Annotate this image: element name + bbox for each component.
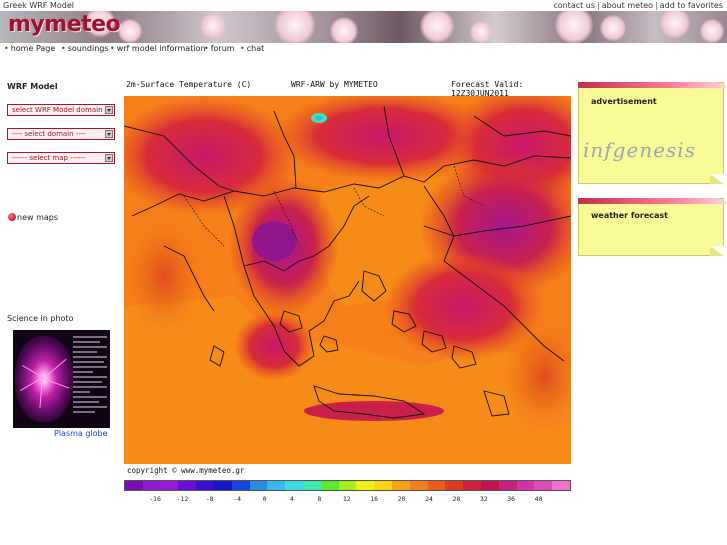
- plasma-globe-photo[interactable]: [13, 330, 110, 428]
- colorbar-tick-label: 40: [534, 495, 543, 503]
- colorbar-swatch: [125, 481, 143, 490]
- colorbar-swatch: [302, 481, 321, 490]
- colorbar-swatch: [463, 481, 481, 490]
- colorbar-swatch: [249, 481, 268, 490]
- about-meteo-link[interactable]: about meteo: [602, 1, 653, 10]
- new-maps-link[interactable]: new maps: [8, 213, 58, 222]
- select-domain[interactable]: ---- select domain ----: [7, 128, 115, 140]
- colorbar-swatch: [516, 481, 535, 490]
- weather-forecast-box[interactable]: weather forecast: [578, 198, 726, 256]
- colorbar-tick-label: 32: [479, 495, 488, 503]
- colorbar-swatch: [285, 481, 303, 490]
- map-variable-title: 2m-Surface Temperature (C): [126, 80, 252, 89]
- colorbar-tick-label: -16: [149, 495, 161, 503]
- colorbar-tick-label: 28: [452, 495, 461, 503]
- colorbar-swatch: [338, 481, 357, 490]
- chevron-down-icon: [105, 154, 113, 162]
- map-copyright: copyright © www.mymeteo.gr: [127, 466, 245, 475]
- colorbar-tick-label: 12: [342, 495, 351, 503]
- header-banner: mymeteo: [0, 11, 727, 43]
- sidebar-title: WRF Model: [7, 82, 58, 91]
- colorbar-tick-label: 0: [262, 495, 267, 503]
- colorbar-tick-label: 4: [290, 495, 294, 503]
- colorbar-swatch: [196, 481, 214, 490]
- colorbar-swatch: [498, 481, 517, 490]
- science-caption-link[interactable]: Plasma globe: [54, 429, 108, 438]
- colorbar-swatch: [445, 481, 464, 490]
- nav-item-wrf-info[interactable]: • wrf model information: [110, 43, 206, 54]
- select-map[interactable]: ------ select map ------: [7, 152, 115, 164]
- add-favorites-link[interactable]: add to favorites: [660, 1, 723, 10]
- colorbar-swatch: [142, 481, 161, 490]
- red-dot-icon: [8, 213, 16, 221]
- colorbar-tick-label: 36: [507, 495, 516, 503]
- colorbar-swatch: [427, 481, 446, 490]
- select-model-domain[interactable]: select WRF Model domain: [7, 104, 115, 116]
- colorbar-swatch: [178, 481, 197, 490]
- site-logo[interactable]: mymeteo: [8, 12, 121, 37]
- colorbar-tick-label: 20: [397, 495, 406, 503]
- colorbar-swatch: [409, 481, 428, 490]
- colorbar-swatch: [267, 481, 286, 490]
- top-bar: Greek WRF Model contact us | about meteo | a…: [0, 0, 727, 11]
- chevron-down-icon: [105, 130, 113, 138]
- colorbar-tick-label: -8: [205, 495, 214, 503]
- colorbar-tick-label: -12: [176, 495, 189, 503]
- temperature-map[interactable]: [124, 96, 571, 464]
- colorbar-swatch: [213, 481, 232, 490]
- colorbar-swatch: [320, 481, 339, 490]
- left-sidebar: WRF Model select WRF Model domain ---- s…: [0, 55, 121, 545]
- colorbar-swatch: [552, 481, 570, 490]
- nav-item-home[interactable]: • home Page: [4, 43, 55, 54]
- colorbar-swatch: [374, 481, 392, 490]
- advertisement-box[interactable]: advertisement infgenesis: [578, 82, 726, 184]
- colorbar-swatch: [480, 481, 499, 490]
- colorbar-tick-label: -4: [233, 495, 242, 503]
- chevron-down-icon: [105, 106, 113, 114]
- map-header: 2m-Surface Temperature (C) WRF-ARW by MY…: [121, 80, 575, 98]
- weather-forecast-label: weather forecast: [591, 211, 668, 220]
- contact-us-link[interactable]: contact us: [553, 1, 595, 10]
- top-links: contact us | about meteo | add to favorites: [553, 1, 723, 10]
- infgenesis-logo[interactable]: infgenesis: [583, 138, 696, 162]
- right-column: advertisement infgenesis weather forecas…: [575, 55, 727, 545]
- main-nav: • home Page • soundings • wrf model informa…: [0, 43, 727, 55]
- ad-label: advertisement: [591, 97, 657, 106]
- colorbar-swatch: [391, 481, 410, 490]
- colorbar-tick-label: 8: [317, 495, 322, 503]
- temperature-colorbar: [124, 480, 571, 491]
- colorbar-tick-label: 16: [370, 495, 379, 503]
- colorbar-swatch: [160, 481, 179, 490]
- colorbar-tick-label: 24: [425, 495, 433, 503]
- map-model-title: WRF-ARW by MYMETEO: [291, 80, 378, 89]
- colorbar-labels: -16 -12 -8 -4 0 4 8 12 16 20 24 28 32 36 40: [124, 495, 571, 505]
- nav-item-chat[interactable]: • chat: [240, 43, 264, 54]
- nav-item-forum[interactable]: • forum: [204, 43, 235, 54]
- map-panel: 2m-Surface Temperature (C) WRF-ARW by MY…: [121, 76, 575, 496]
- colorbar-swatch: [534, 481, 553, 490]
- site-name: Greek WRF Model: [3, 1, 74, 10]
- science-title: Science in photo: [7, 314, 74, 323]
- colorbar-swatch: [231, 481, 250, 490]
- nav-item-soundings[interactable]: • soundings: [61, 43, 109, 54]
- colorbar-swatch: [356, 481, 375, 490]
